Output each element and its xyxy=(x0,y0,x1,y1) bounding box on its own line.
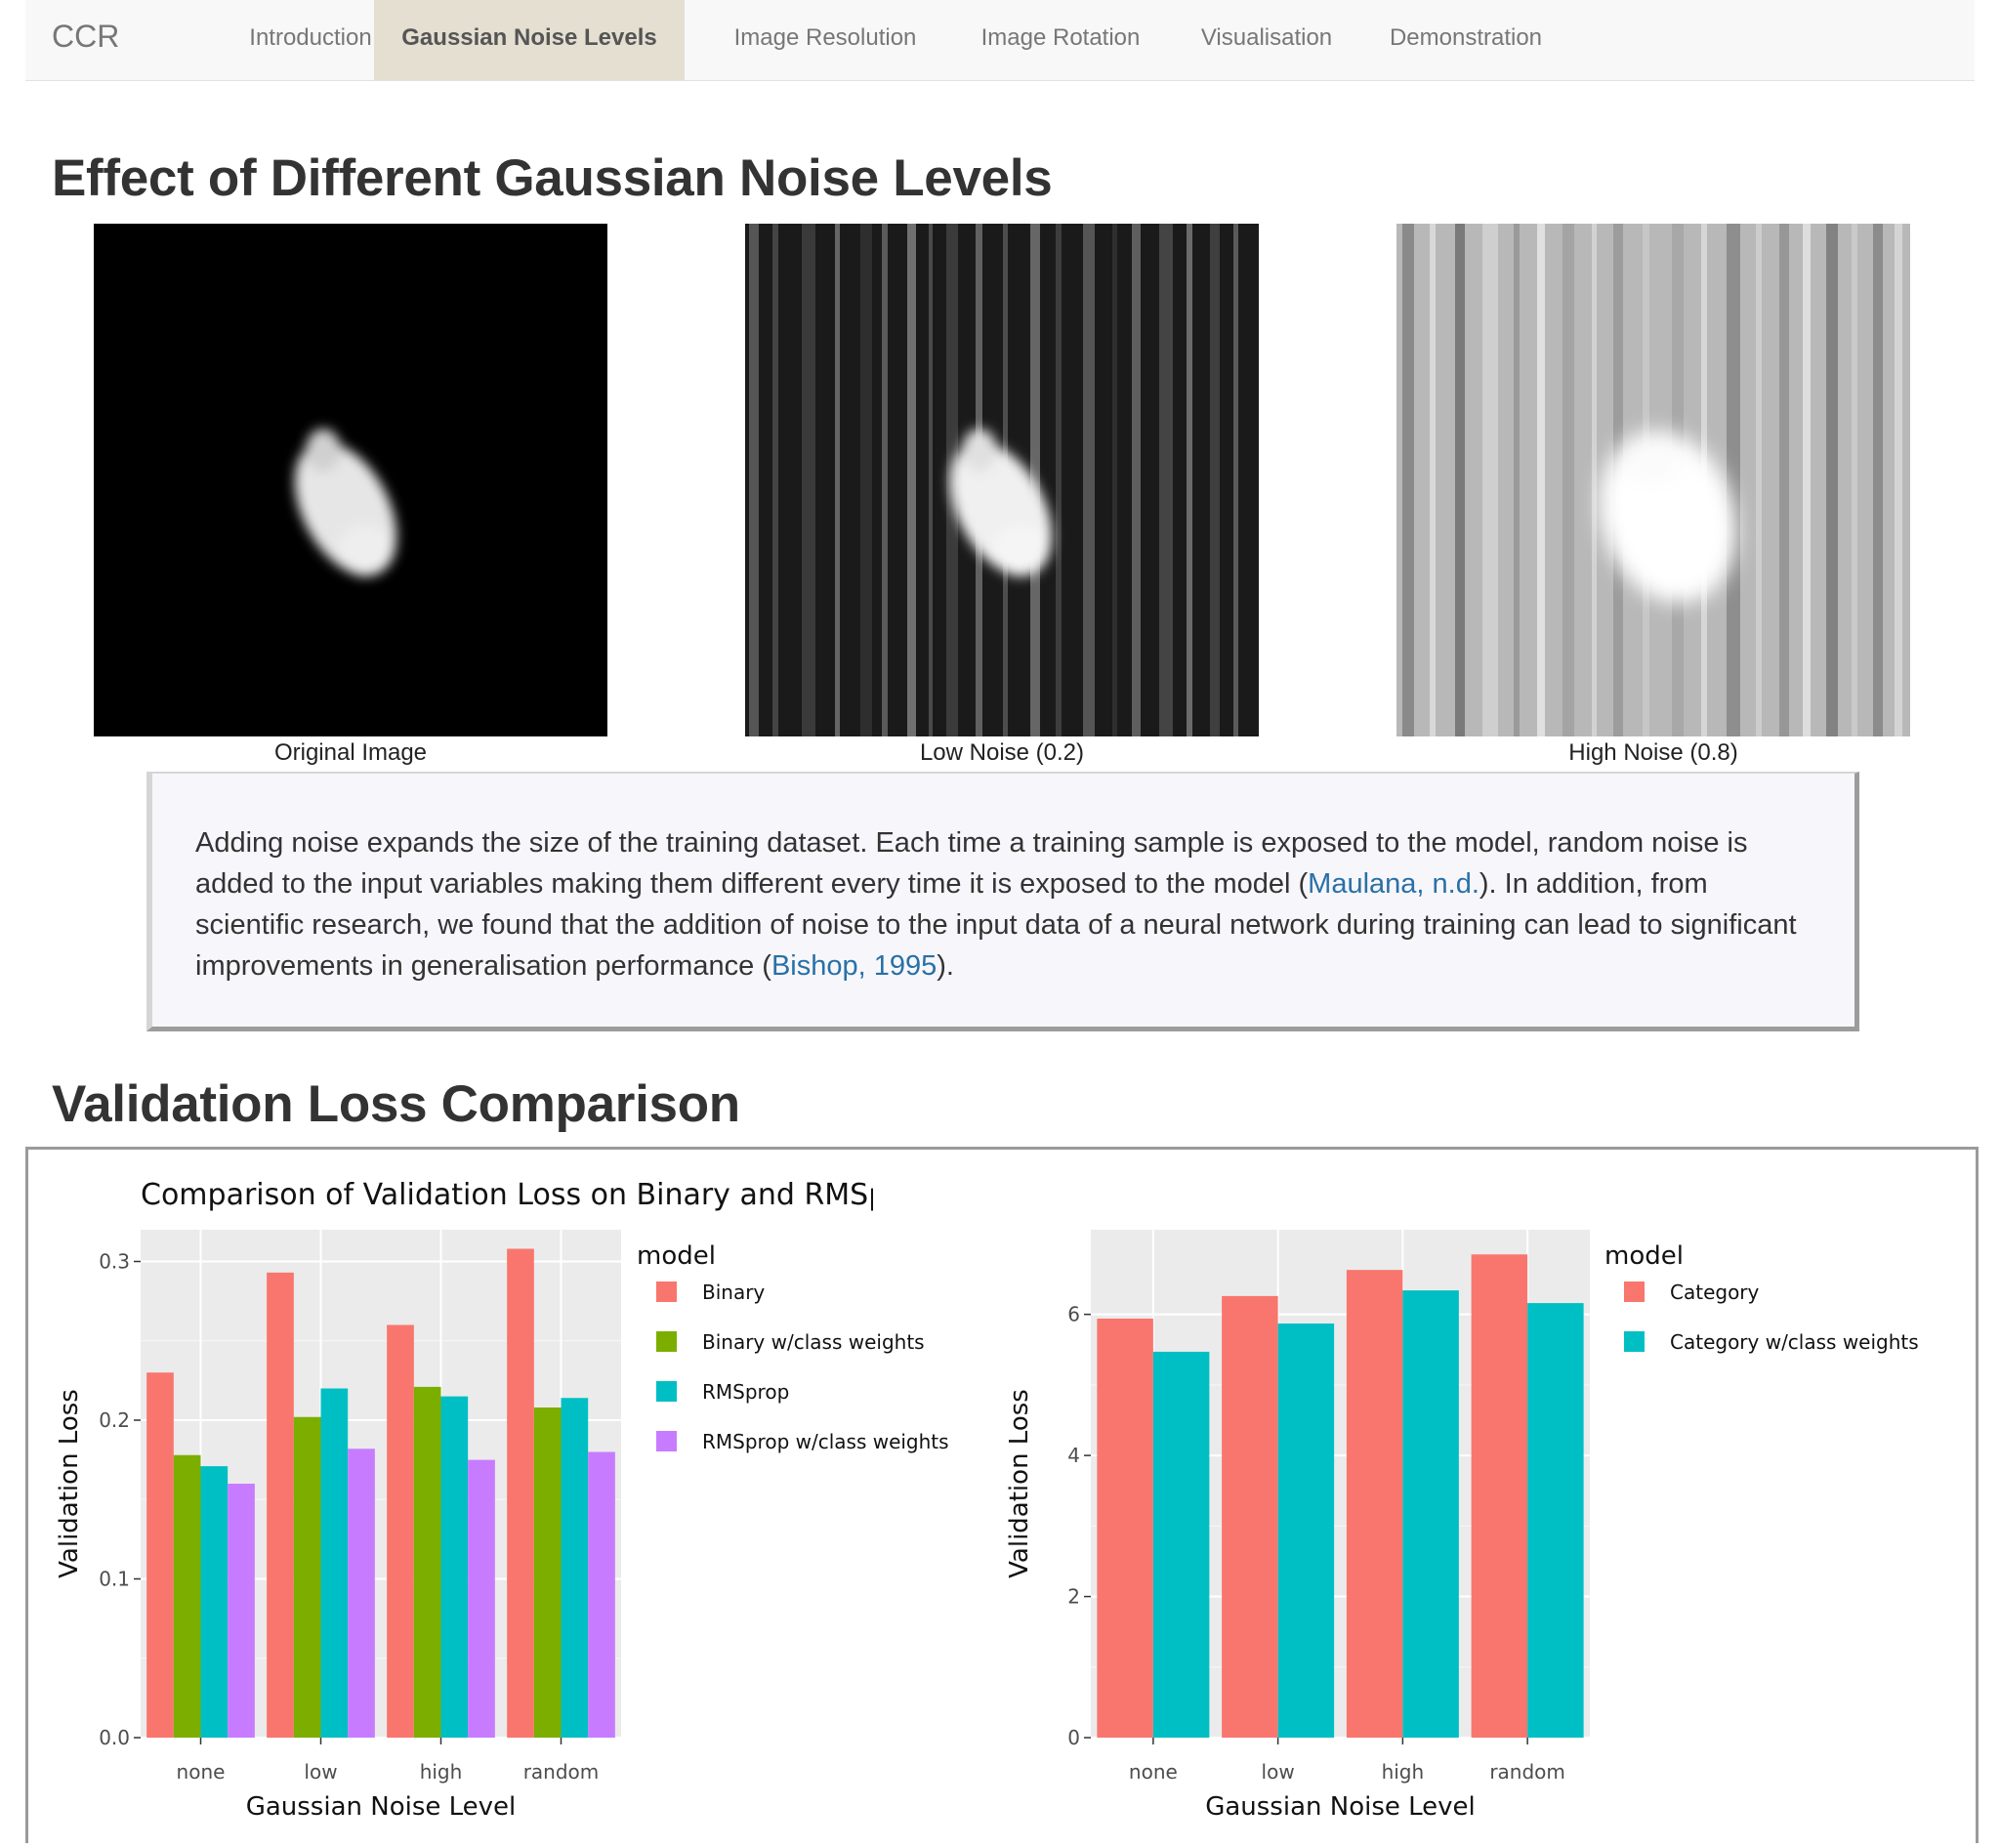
chart2-legend-label-1: Category w/class weights xyxy=(1670,1330,1919,1354)
chart1-y-tick-label: 0.0 xyxy=(99,1726,130,1749)
chart1-x-axis-label: Gaussian Noise Level xyxy=(246,1792,517,1822)
chart1-bar-high-2 xyxy=(440,1396,469,1738)
brand-logo[interactable]: CCR xyxy=(52,19,119,55)
chart2-y-axis-label: Validation Loss xyxy=(1005,1389,1034,1578)
chart1-bar-random-1 xyxy=(533,1407,562,1738)
tab-image-resolution[interactable]: Image Resolution xyxy=(708,0,942,80)
section-heading-validation: Validation Loss Comparison xyxy=(52,1075,740,1133)
caption-high-noise: High Noise (0.8) xyxy=(1568,739,1738,766)
chart1-x-tick-label: none xyxy=(177,1760,226,1784)
chart1-legend-swatch-0 xyxy=(656,1281,677,1302)
chart1-legend-title: model xyxy=(637,1241,716,1271)
chart1-bar-low-1 xyxy=(293,1416,321,1738)
chart1-legend-label-0: Binary xyxy=(702,1281,765,1304)
chart1-legend-swatch-2 xyxy=(656,1381,677,1402)
chart2-x-tick-label: random xyxy=(1489,1760,1565,1784)
chart2-bar-none-1 xyxy=(1152,1351,1210,1738)
chart1-y-axis-label: Validation Loss xyxy=(55,1389,84,1578)
chart1-bar-high-3 xyxy=(468,1459,495,1738)
chart2-x-axis-label: Gaussian Noise Level xyxy=(1205,1792,1476,1822)
chart2-legend-label-0: Category xyxy=(1670,1281,1760,1304)
chart2-legend-title: model xyxy=(1604,1241,1684,1271)
chart1-legend-swatch-3 xyxy=(656,1431,677,1451)
chart2-title: Comparison of Validation Loss on Categor… xyxy=(1091,1178,1851,1212)
chart2-x-tick-label: none xyxy=(1129,1760,1178,1784)
chart2-bar-random-0 xyxy=(1471,1254,1528,1738)
chart1-y-tick-label: 0.3 xyxy=(99,1250,130,1274)
chart2-bar-high-1 xyxy=(1402,1290,1459,1738)
chart2-y-tick-label: 0 xyxy=(1067,1726,1080,1749)
chart1-legend-label-3: RMSprop w/class weights xyxy=(702,1430,949,1453)
chart2-x-tick-label: high xyxy=(1382,1760,1425,1784)
chart1-legend-swatch-1 xyxy=(656,1331,677,1352)
chart1-x-tick-label: low xyxy=(304,1760,337,1784)
original-image xyxy=(94,224,607,736)
chart1-x-tick-label: random xyxy=(523,1760,600,1784)
chart1-bar-none-0 xyxy=(146,1372,174,1738)
low-noise-image xyxy=(745,224,1259,736)
plots-container: Comparison of Validation Loss on Binary … xyxy=(25,1147,1979,1843)
chart1-legend-label-1: Binary w/class weights xyxy=(702,1330,925,1354)
chart1-bar-low-3 xyxy=(348,1449,375,1738)
chart1-title: Comparison of Validation Loss on Binary … xyxy=(141,1178,970,1212)
info-paragraph: Adding noise expands the size of the tra… xyxy=(195,822,1821,987)
caption-original-image: Original Image xyxy=(273,739,428,766)
chart1-bar-random-0 xyxy=(507,1248,534,1738)
tab-visualisation[interactable]: Visualisation xyxy=(1178,0,1355,80)
chart2-legend-swatch-1 xyxy=(1624,1331,1645,1352)
info-text-part-3: ). xyxy=(937,950,954,982)
chart1-x-tick-label: high xyxy=(420,1760,463,1784)
section-heading-noise: Effect of Different Gaussian Noise Level… xyxy=(52,149,1053,207)
citation-link-maulana[interactable]: Maulana, n.d. xyxy=(1308,868,1479,900)
chart1-bar-high-1 xyxy=(413,1386,441,1738)
chart1-bar-low-2 xyxy=(320,1388,349,1738)
chart2-bar-low-0 xyxy=(1222,1295,1278,1738)
validation-loss-plots: Comparison of Validation Loss on Binary … xyxy=(55,1178,1919,1822)
chart1-y-tick-label: 0.2 xyxy=(99,1408,130,1432)
chart1-bar-none-1 xyxy=(173,1454,201,1738)
chart1-legend-label-2: RMSprop xyxy=(702,1380,789,1404)
chart2-bar-high-0 xyxy=(1346,1270,1403,1738)
chart2-bar-random-1 xyxy=(1527,1303,1584,1738)
chart1-bar-high-0 xyxy=(387,1324,414,1738)
chart2-y-tick-label: 6 xyxy=(1067,1303,1080,1326)
chart1-bar-random-3 xyxy=(588,1451,615,1738)
tab-gaussian-noise-levels[interactable]: Gaussian Noise Levels xyxy=(374,0,685,80)
tab-demonstration[interactable]: Demonstration xyxy=(1358,0,1573,80)
chart1-bar-none-2 xyxy=(200,1466,229,1738)
top-navbar: CCR Introduction Gaussian Noise Levels I… xyxy=(25,0,1975,81)
info-callout-box: Adding noise expands the size of the tra… xyxy=(146,772,1859,1031)
chart2-y-tick-label: 4 xyxy=(1067,1444,1080,1467)
chart1-y-tick-label: 0.1 xyxy=(99,1568,130,1591)
chart1-bar-random-2 xyxy=(561,1398,589,1738)
chart2-legend-swatch-0 xyxy=(1624,1281,1645,1302)
chart1-bar-low-0 xyxy=(267,1272,294,1738)
chart2-bar-low-1 xyxy=(1277,1323,1335,1738)
tab-image-rotation[interactable]: Image Rotation xyxy=(951,0,1170,80)
chart2-bar-none-0 xyxy=(1097,1319,1153,1738)
high-noise-image xyxy=(1396,224,1910,736)
caption-low-noise: Low Noise (0.2) xyxy=(919,739,1085,766)
chart2-y-tick-label: 2 xyxy=(1067,1585,1080,1609)
chart1-bar-none-3 xyxy=(228,1484,255,1738)
citation-link-bishop[interactable]: Bishop, 1995 xyxy=(771,950,937,982)
chart2-x-tick-label: low xyxy=(1262,1760,1295,1784)
